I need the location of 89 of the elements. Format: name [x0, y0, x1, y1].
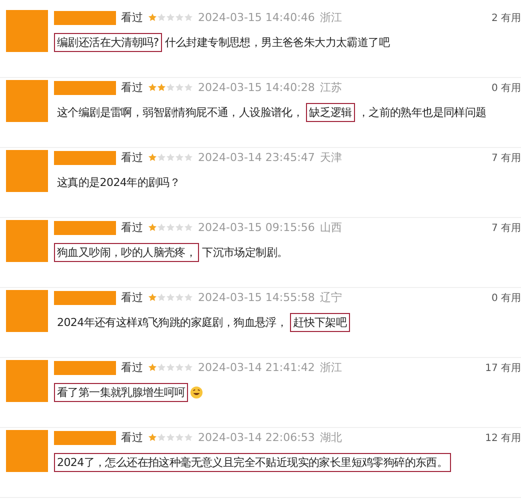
- star-icon: [184, 13, 193, 22]
- star-icon: [184, 293, 193, 302]
- comment-text: 2024年还有这样鸡飞狗跳的家庭剧，狗血悬浮，: [56, 315, 288, 331]
- avatar: [6, 150, 48, 192]
- avatar: [6, 220, 48, 262]
- star-icon: [166, 83, 175, 92]
- redacted-name: [54, 430, 116, 444]
- comment-time: 2024-03-14 22:06:53: [198, 431, 315, 444]
- comment-text: 下沉市场定制剧。: [201, 245, 289, 261]
- comment-location: 江苏: [320, 80, 342, 95]
- useful-count[interactable]: 7 有用: [491, 220, 521, 234]
- highlighted-text: 看了第一集就乳腺增生呵呵: [54, 383, 188, 402]
- avatar: [6, 430, 48, 472]
- avatar: [6, 360, 48, 402]
- highlighted-text: 赶快下架吧: [290, 313, 350, 332]
- star-icon: [184, 83, 193, 92]
- star-icon: [148, 433, 157, 442]
- star-icon: [184, 223, 193, 232]
- watched-label: 看过: [121, 150, 143, 165]
- useful-count[interactable]: 17 有用: [485, 360, 521, 374]
- star-icon: [175, 223, 184, 232]
- useful-count[interactable]: 2 有用: [491, 10, 521, 24]
- useful-count[interactable]: 12 有用: [485, 430, 521, 444]
- star-icon: [175, 433, 184, 442]
- redacted-name: [54, 10, 116, 24]
- star-icon: [166, 13, 175, 22]
- star-icon: [184, 363, 193, 372]
- star-icon: [175, 363, 184, 372]
- star-icon: [157, 83, 166, 92]
- comment-time: 2024-03-14 23:45:47: [198, 151, 315, 164]
- star-icon: [157, 363, 166, 372]
- redacted-name: [54, 80, 116, 94]
- star-icon: [148, 13, 157, 22]
- comment-time: 2024-03-14 21:41:42: [198, 361, 315, 374]
- highlighted-text: 2024了，怎么还在拍这种毫无意义且完全不贴近现实的家长里短鸡零狗碎的东西。: [54, 453, 451, 472]
- comment-text: 这真的是2024年的剧吗？: [56, 175, 182, 191]
- star-icon: [157, 153, 166, 162]
- star-icon: [166, 153, 175, 162]
- star-icon: [148, 153, 157, 162]
- redacted-name: [54, 290, 116, 304]
- star-icon: [157, 223, 166, 232]
- comment-location: 浙江: [320, 360, 342, 375]
- watched-label: 看过: [121, 360, 143, 375]
- comment-time: 2024-03-15 14:55:58: [198, 291, 315, 304]
- watched-label: 看过: [121, 430, 143, 445]
- useful-count[interactable]: 7 有用: [491, 150, 521, 164]
- highlighted-text: 缺乏逻辑: [306, 103, 355, 122]
- comment-time: 2024-03-15 09:15:56: [198, 221, 315, 234]
- star-icon: [166, 363, 175, 372]
- star-icon: [148, 293, 157, 302]
- avatar: [6, 10, 48, 52]
- watched-label: 看过: [121, 220, 143, 235]
- comment-location: 山西: [320, 220, 342, 235]
- star-icon: [175, 13, 184, 22]
- watched-label: 看过: [121, 290, 143, 305]
- comment-location: 浙江: [320, 10, 342, 25]
- star-icon: [157, 293, 166, 302]
- useful-count[interactable]: 0 有用: [491, 80, 521, 94]
- comment-text: 什么封建专制思想，男主爸爸朱大力太霸道了吧: [164, 35, 391, 51]
- watched-label: 看过: [121, 80, 143, 95]
- redacted-name: [54, 360, 116, 374]
- star-icon: [175, 153, 184, 162]
- star-icon: [148, 363, 157, 372]
- star-icon: [175, 83, 184, 92]
- star-icon: [166, 223, 175, 232]
- star-icon: [157, 13, 166, 22]
- watched-label: 看过: [121, 10, 143, 25]
- star-icon: [166, 433, 175, 442]
- star-icon: [166, 293, 175, 302]
- star-icon: [148, 223, 157, 232]
- avatar: [6, 290, 48, 332]
- star-icon: [184, 153, 193, 162]
- comment-text: 这个编剧是雷啊，弱智剧情狗屁不通，人设脸谱化，: [56, 105, 304, 121]
- avatar: [6, 80, 48, 122]
- star-icon: [148, 83, 157, 92]
- star-icon: [175, 293, 184, 302]
- highlighted-text: 狗血又吵闹，吵的人脑壳疼，: [54, 243, 200, 262]
- comment-location: 天津: [320, 150, 342, 165]
- comment-location: 辽宁: [320, 290, 342, 305]
- comment-time: 2024-03-15 14:40:46: [198, 11, 315, 24]
- star-icon: [157, 433, 166, 442]
- comment-text: ，之前的熟年也是同样问题: [356, 105, 488, 121]
- highlighted-text: 编剧还活在大清朝吗?: [54, 33, 162, 52]
- star-icon: [184, 433, 193, 442]
- useful-count[interactable]: 0 有用: [491, 290, 521, 304]
- comment-time: 2024-03-15 14:40:28: [198, 81, 315, 94]
- redacted-name: [54, 150, 116, 164]
- redacted-name: [54, 220, 116, 234]
- comment-location: 湖北: [320, 430, 342, 445]
